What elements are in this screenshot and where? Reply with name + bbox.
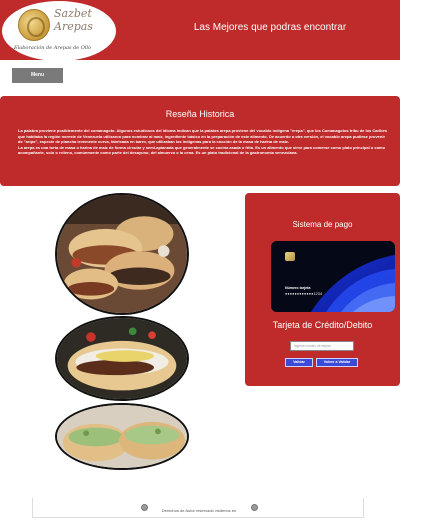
arepa-photo-3 — [55, 403, 189, 470]
payment-title: Sistema de pago — [292, 220, 353, 229]
credit-card-image: Número tarjeta ●●●●●●●●●●●●1234 — [271, 241, 395, 312]
card-number-input[interactable] — [290, 341, 354, 351]
logo-name-line1: Sazbet — [54, 7, 92, 20]
page-title: Las Mejores que podras encontrar — [193, 22, 347, 33]
logo-tagline: Elaboración de Arepas de Ollo — [14, 45, 92, 51]
card-chip-icon — [285, 252, 295, 261]
menu-button[interactable]: Menu — [12, 68, 63, 83]
arepa-photo-2 — [55, 316, 189, 401]
history-paragraph-2: La arepa es una torta de masa o harina d… — [18, 144, 386, 156]
back-validate-button[interactable]: Volver a Validar — [316, 358, 358, 367]
logo-name: Sazbet Arepas — [54, 7, 114, 33]
card-number-label: Número tarjeta — [285, 286, 311, 290]
history-text: La palabra proviene posiblemente del cum… — [18, 128, 388, 156]
history-title: Reseña Historica — [165, 109, 235, 119]
card-number-value: ●●●●●●●●●●●●1234 — [285, 292, 323, 296]
arepa-photo-1 — [55, 193, 189, 315]
arepa-coin-icon — [18, 9, 50, 41]
header-bar: Sazbet Arepas Elaboración de Arepas de O… — [0, 0, 400, 61]
arepa-photo-1-image — [57, 195, 187, 313]
logo-name-line2: Arepas — [54, 20, 93, 33]
payment-subtitle: Tarjeta de Crédito/Debito — [272, 320, 373, 330]
payment-panel: Sistema de pago Número tarjeta ●●●●●●●●●… — [245, 193, 400, 386]
history-paragraph-1: La palabra proviene posiblemente del cum… — [18, 128, 388, 145]
arepa-photo-2-image — [57, 318, 187, 399]
logo[interactable]: Sazbet Arepas Elaboración de Arepas de O… — [2, 1, 116, 61]
footer-text: Derechos de Autor reservado visítenos en — [161, 508, 237, 513]
arepa-photo-3-image — [57, 405, 187, 468]
history-section: Reseña Historica La palabra proviene pos… — [0, 96, 400, 186]
social-icon[interactable] — [251, 504, 258, 511]
footer: Derechos de Autor reservado visítenos en — [32, 498, 364, 518]
validate-button[interactable]: Validar — [285, 358, 313, 367]
